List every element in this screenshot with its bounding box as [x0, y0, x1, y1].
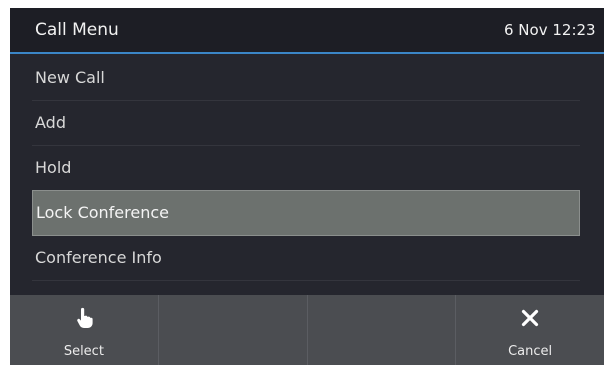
menu-item-hold[interactable]: Hold [32, 146, 580, 191]
menu-item-conference-info[interactable]: Conference Info [32, 236, 580, 281]
menu-item-add[interactable]: Add [32, 101, 580, 146]
menu-item-new-call[interactable]: New Call [32, 56, 580, 101]
menu-item-label: Add [35, 113, 66, 132]
empty-softkey-2[interactable] [159, 295, 308, 365]
close-icon [522, 309, 539, 327]
softkey-bar: Select Cancel [10, 295, 604, 365]
call-menu-list: New Call Add Hold Lock Conference Confer… [32, 56, 580, 281]
empty-softkey-3[interactable] [308, 295, 457, 365]
menu-item-label: Conference Info [35, 248, 162, 267]
title-bar: Call Menu 6 Nov 12:23 [10, 8, 604, 54]
cancel-softkey[interactable]: Cancel [456, 295, 604, 365]
softkey-label: Cancel [508, 344, 553, 359]
menu-item-label: Lock Conference [36, 203, 169, 222]
menu-item-label: Hold [35, 158, 72, 177]
screen-title: Call Menu [35, 20, 119, 40]
menu-item-label: New Call [35, 68, 105, 87]
date-time: 6 Nov 12:23 [504, 21, 596, 39]
softkey-label: Select [63, 344, 104, 359]
phone-screen: Call Menu 6 Nov 12:23 New Call Add Hold … [10, 8, 604, 365]
select-softkey[interactable]: Select [10, 295, 159, 365]
hand-pointer-icon [77, 307, 93, 328]
menu-item-lock-conference[interactable]: Lock Conference [32, 190, 580, 236]
